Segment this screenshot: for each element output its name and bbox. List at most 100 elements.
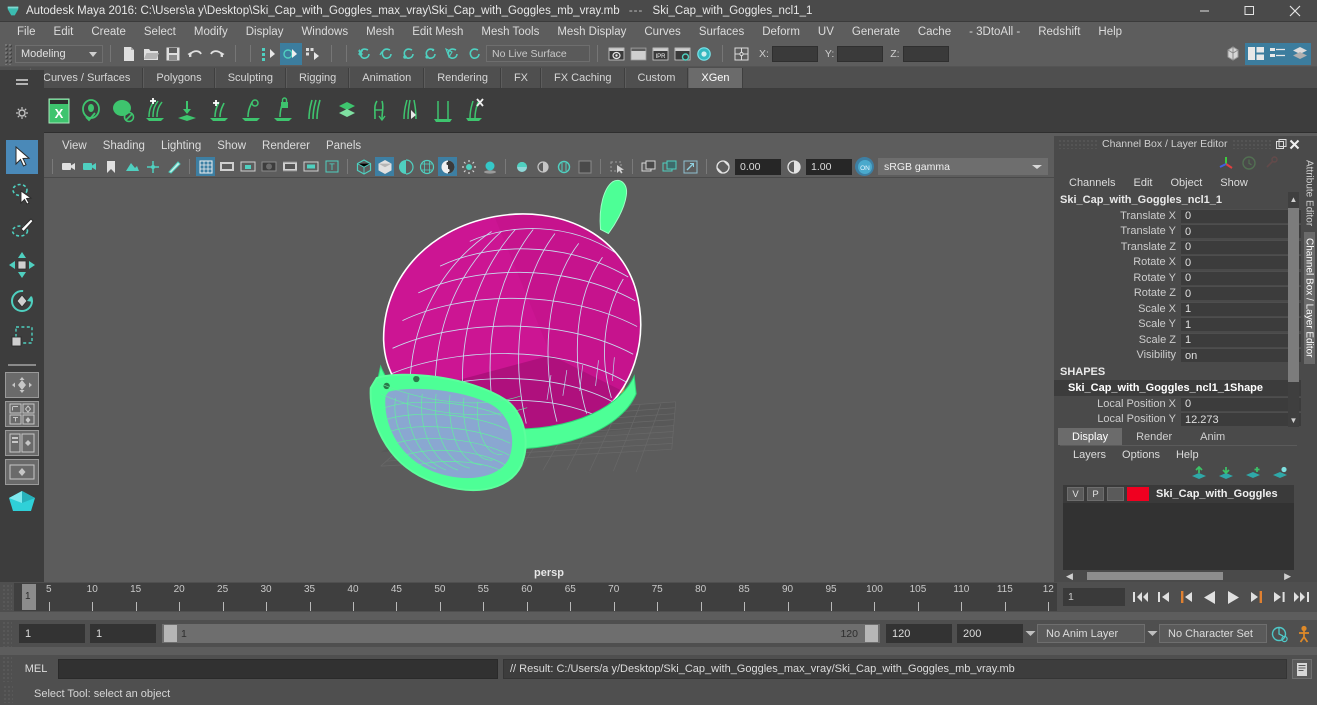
key-icon[interactable] bbox=[1263, 155, 1279, 171]
xgen-lock-icon[interactable] bbox=[268, 94, 298, 128]
use-all-lights-icon[interactable] bbox=[438, 157, 457, 176]
xgen-create-palette-icon[interactable] bbox=[108, 94, 138, 128]
channel-row-rotate-x[interactable]: Rotate X 0 bbox=[1054, 255, 1301, 271]
viewport-region-icon[interactable] bbox=[575, 157, 594, 176]
viewport-menu-view[interactable]: View bbox=[54, 138, 95, 154]
show-hide-attribute-editor-icon[interactable] bbox=[1245, 42, 1267, 65]
layer-color-swatch[interactable] bbox=[1127, 487, 1149, 501]
show-hide-channel-box-icon[interactable] bbox=[1289, 42, 1311, 65]
scroll-down-arrow-icon[interactable]: ▼ bbox=[1288, 413, 1299, 427]
step-back-frame-button[interactable] bbox=[1177, 588, 1196, 607]
color-management-toggle-icon[interactable]: ON bbox=[855, 157, 874, 176]
help-line-grip[interactable] bbox=[3, 685, 13, 703]
channel-row-local-position-x[interactable]: Local Position X 0 bbox=[1054, 396, 1301, 412]
channel-value[interactable]: on bbox=[1181, 348, 1301, 363]
menu-file[interactable]: File bbox=[8, 24, 45, 40]
smooth-shade-all-icon[interactable] bbox=[375, 157, 394, 176]
menu-deform[interactable]: Deform bbox=[753, 24, 809, 40]
menu-display[interactable]: Display bbox=[237, 24, 293, 40]
save-scene-button[interactable] bbox=[162, 43, 184, 65]
grease-pencil-icon[interactable] bbox=[164, 157, 183, 176]
render-settings-button[interactable] bbox=[671, 43, 693, 65]
channel-value[interactable]: 0 bbox=[1181, 396, 1301, 411]
text-overlay-icon[interactable]: T bbox=[322, 157, 341, 176]
channel-value[interactable]: 1 bbox=[1181, 317, 1301, 332]
shelf-tab-polygons[interactable]: Polygons bbox=[143, 68, 215, 88]
menu-help[interactable]: Help bbox=[1089, 24, 1131, 40]
shelf-tab-custom[interactable]: Custom bbox=[624, 68, 689, 88]
channel-row-translate-x[interactable]: Translate X 0 bbox=[1054, 208, 1301, 224]
channels-menu[interactable]: Channels bbox=[1060, 176, 1124, 190]
show-hide-tool-settings-icon[interactable] bbox=[1267, 42, 1289, 65]
snap-to-curve-button[interactable] bbox=[376, 43, 398, 65]
move-tool-button[interactable] bbox=[6, 248, 38, 282]
channel-row-visibility[interactable]: Visibility on bbox=[1054, 348, 1301, 364]
film-gate-mask-icon[interactable] bbox=[280, 157, 299, 176]
status-line-grip[interactable] bbox=[4, 42, 12, 65]
menu-windows[interactable]: Windows bbox=[292, 24, 357, 40]
layer-scroll-thumb[interactable] bbox=[1086, 572, 1223, 580]
layout-hypergraph-persp-button[interactable] bbox=[5, 459, 39, 485]
hypershade-button[interactable] bbox=[693, 43, 715, 65]
menu-create[interactable]: Create bbox=[82, 24, 135, 40]
channel-row-local-position-y[interactable]: Local Position Y 12.273 bbox=[1054, 412, 1301, 428]
ipr-render-button[interactable]: IPR bbox=[649, 43, 671, 65]
layers-menu[interactable]: Layers bbox=[1065, 448, 1114, 462]
scroll-up-arrow-icon[interactable]: ▲ bbox=[1288, 192, 1299, 206]
viewport-menu-panels[interactable]: Panels bbox=[318, 138, 369, 154]
layer-list-horizontal-scrollbar[interactable]: ◀ ▶ bbox=[1063, 570, 1294, 582]
xgen-clump-icon[interactable] bbox=[332, 94, 362, 128]
layer-visibility-toggle[interactable]: V bbox=[1067, 487, 1084, 501]
snap-to-grid-button[interactable] bbox=[354, 43, 376, 65]
time-slider[interactable]: 1 5 10 15 20 25 30 35 40 45 50 55 60 65 70 75 80 85 90 95 1… bbox=[14, 583, 1057, 611]
select-by-hierarchy-button[interactable] bbox=[258, 43, 280, 65]
menu-3dtoall[interactable]: - 3DtoAll - bbox=[960, 24, 1029, 40]
range-slider-grip[interactable] bbox=[2, 620, 12, 647]
channel-box-scroll-thumb[interactable] bbox=[1288, 208, 1299, 382]
tab-render-layers[interactable]: Render bbox=[1122, 428, 1187, 445]
go-to-end-button[interactable] bbox=[1292, 588, 1311, 607]
channel-value[interactable]: 12.273 bbox=[1181, 412, 1301, 427]
copy-view-icon[interactable] bbox=[660, 157, 679, 176]
anim-layer-chevron-icon[interactable] bbox=[1023, 624, 1037, 643]
go-to-start-button[interactable] bbox=[1131, 588, 1150, 607]
live-surface-field[interactable]: No Live Surface bbox=[486, 45, 590, 62]
menu-cache[interactable]: Cache bbox=[909, 24, 960, 40]
menu-mesh-display[interactable]: Mesh Display bbox=[548, 24, 635, 40]
panel-drag-handle-right[interactable] bbox=[1231, 139, 1272, 149]
shade-wireframe-icon[interactable] bbox=[396, 157, 415, 176]
gate-mask-icon[interactable] bbox=[259, 157, 278, 176]
channel-row-scale-x[interactable]: Scale X 1 bbox=[1054, 301, 1301, 317]
script-editor-icon[interactable] bbox=[1292, 659, 1312, 679]
select-by-object-type-button[interactable] bbox=[280, 42, 302, 65]
select-by-component-type-button[interactable] bbox=[302, 43, 324, 65]
layer-playback-toggle[interactable]: P bbox=[1087, 487, 1104, 501]
xgen-part-icon[interactable] bbox=[396, 94, 426, 128]
minimize-button[interactable] bbox=[1182, 0, 1227, 22]
shelf-tab-fx[interactable]: FX bbox=[500, 68, 542, 88]
channel-object-menu[interactable]: Object bbox=[1161, 176, 1211, 190]
range-end-field[interactable]: 200 bbox=[957, 624, 1023, 643]
scroll-right-arrow-icon[interactable]: ▶ bbox=[1284, 571, 1294, 582]
channel-row-translate-z[interactable]: Translate Z 0 bbox=[1054, 239, 1301, 255]
menu-mesh[interactable]: Mesh bbox=[357, 24, 403, 40]
axis-indicator-icon[interactable] bbox=[1217, 155, 1235, 171]
tab-anim-layers[interactable]: Anim bbox=[1186, 428, 1240, 445]
layout-single-perspective-button[interactable] bbox=[5, 372, 39, 398]
range-end-handle[interactable] bbox=[865, 625, 878, 642]
gamma-icon[interactable] bbox=[784, 157, 803, 176]
shelf-options-gear-icon[interactable] bbox=[15, 106, 29, 120]
panel-drag-handle[interactable] bbox=[1058, 139, 1099, 149]
layer-options-menu[interactable]: Options bbox=[1114, 448, 1168, 462]
snap-to-point-button[interactable] bbox=[398, 43, 420, 65]
viewport-menu-renderer[interactable]: Renderer bbox=[254, 138, 318, 154]
perspective-viewport[interactable]: persp bbox=[44, 178, 1054, 582]
menu-curves[interactable]: Curves bbox=[635, 24, 689, 40]
channel-box-shape-name[interactable]: Ski_Cap_with_Goggles_ncl1_1Shape bbox=[1054, 380, 1301, 396]
viewport-menu-shading[interactable]: Shading bbox=[95, 138, 153, 154]
menu-modify[interactable]: Modify bbox=[185, 24, 237, 40]
menu-select[interactable]: Select bbox=[135, 24, 185, 40]
xgen-add-groom-icon[interactable] bbox=[140, 94, 170, 128]
new-scene-button[interactable] bbox=[118, 43, 140, 65]
play-backwards-button[interactable] bbox=[1200, 588, 1219, 607]
